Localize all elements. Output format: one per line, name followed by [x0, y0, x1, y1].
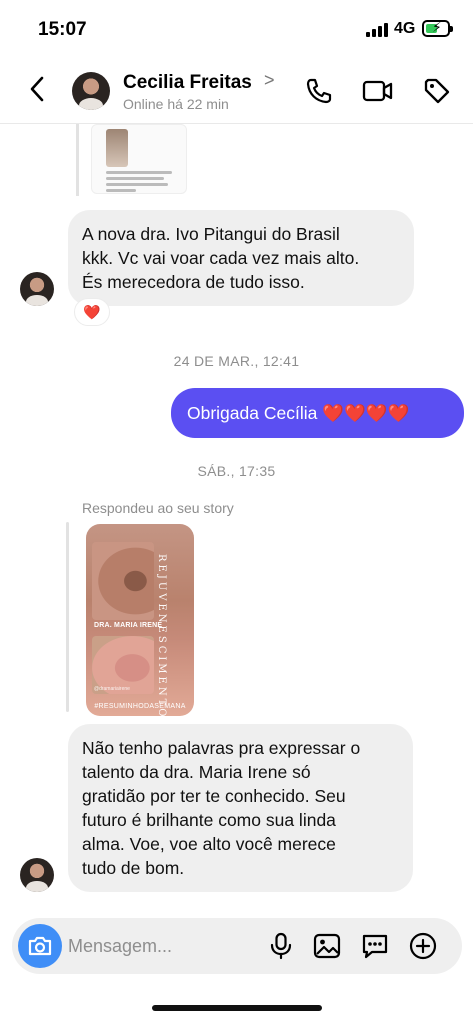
message-line: alma. Voe, voe alto você merece: [82, 834, 336, 854]
sender-avatar[interactable]: [20, 272, 54, 306]
message-line: futuro é brilhante como sua linda: [82, 810, 336, 830]
home-indicator: [152, 1005, 322, 1011]
camera-button[interactable]: [18, 924, 62, 968]
timestamp-separator: SÁB., 17:35: [197, 463, 276, 479]
message-line: kkk. Vc vai voar cada vez mais alto.: [82, 248, 360, 268]
shared-post-thumbnail: [106, 129, 128, 167]
camera-icon: [28, 936, 52, 956]
message-line: És merecedora de tudo isso.: [82, 272, 305, 292]
battery-icon: ⚡: [422, 19, 453, 37]
contact-name[interactable]: Cecilia Freitas: [123, 72, 252, 94]
chat-header: Cecilia Freitas > Online há 22 min: [0, 58, 473, 124]
story-reply-bar: [66, 522, 69, 712]
message-text: Obrigada Cecília ❤️❤️❤️❤️: [187, 403, 410, 423]
message-line: A nova dra. Ivo Pitangui do Brasil: [82, 224, 340, 244]
voice-call-button[interactable]: [304, 76, 334, 106]
tag-icon: [424, 78, 450, 104]
story-hashtag: #RESUMINHODASEMANA: [94, 703, 186, 710]
message-input[interactable]: [68, 934, 268, 958]
story-doctor-name: DRA. MARIA IRENE: [94, 622, 163, 629]
chat-thread[interactable]: A nova dra. Ivo Pitangui do Brasil kkk. …: [0, 124, 473, 914]
network-type: 4G: [394, 20, 416, 37]
heart-reaction[interactable]: ❤️: [74, 298, 110, 326]
status-bar: 15:07 4G ⚡: [0, 0, 473, 58]
shared-post-card[interactable]: [91, 124, 187, 194]
cellular-signal-icon: [366, 23, 388, 37]
gallery-button[interactable]: [312, 931, 342, 961]
message-line: talento da dra. Maria Irene só: [82, 762, 311, 782]
chevron-right-icon[interactable]: >: [264, 70, 275, 91]
sticker-icon: [362, 934, 388, 959]
add-button[interactable]: [408, 931, 438, 961]
microphone-icon: [270, 932, 292, 960]
video-call-button[interactable]: [362, 76, 393, 106]
story-preview[interactable]: DRA. MARIA IRENE REJUVENESCIMENTO @drama…: [86, 524, 194, 716]
back-arrow-icon: [30, 76, 44, 102]
shared-post-preview[interactable]: [76, 124, 194, 196]
sticker-button[interactable]: [360, 931, 390, 961]
back-button[interactable]: [24, 72, 54, 106]
message-composer: [12, 918, 462, 974]
story-reply-label: Respondeu ao seu story: [82, 500, 234, 516]
timestamp-separator: 24 DE MAR., 12:41: [173, 353, 300, 369]
incoming-message[interactable]: A nova dra. Ivo Pitangui do Brasil kkk. …: [68, 210, 414, 306]
contact-status: Online há 22 min: [123, 96, 229, 112]
phone-icon: [306, 78, 332, 104]
video-camera-icon: [362, 80, 393, 102]
message-line: gratidão por ter te conhecido. Seu: [82, 786, 346, 806]
status-time: 15:07: [38, 19, 87, 40]
sender-avatar[interactable]: [20, 858, 54, 892]
incoming-message[interactable]: Não tenho palavras pra expressar o talen…: [68, 724, 413, 892]
microphone-button[interactable]: [266, 931, 296, 961]
story-vertical-title: REJUVENESCIMENTO: [156, 554, 167, 716]
story-face-image-top: [92, 542, 154, 620]
contact-avatar[interactable]: [72, 72, 110, 110]
message-line: tudo de bom.: [82, 858, 185, 878]
story-handle: @dramariairene: [94, 686, 130, 692]
outgoing-message[interactable]: Obrigada Cecília ❤️❤️❤️❤️: [171, 388, 464, 438]
gallery-icon: [313, 933, 341, 959]
message-line: Não tenho palavras pra expressar o: [82, 738, 361, 758]
heart-icon: ❤️: [83, 303, 101, 320]
tag-button[interactable]: [422, 76, 452, 106]
plus-icon: [409, 932, 437, 960]
